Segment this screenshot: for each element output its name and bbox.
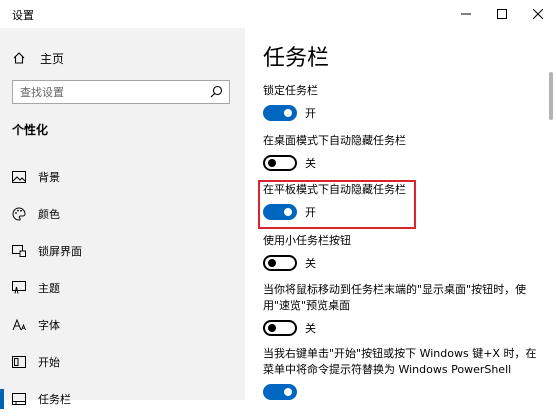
toggle-state: 关: [305, 257, 316, 270]
toggle-knob: [284, 388, 292, 396]
toggle-row: 关: [263, 255, 543, 271]
sidebar-item-home[interactable]: 主页: [12, 48, 64, 68]
picture-icon: [12, 170, 26, 184]
maximize-icon: [497, 9, 507, 19]
minimize-button[interactable]: [448, 0, 484, 28]
sidebar-item-start[interactable]: 开始: [0, 343, 245, 380]
toggle-state: 关: [305, 157, 316, 170]
toggle-row: 关: [263, 155, 543, 171]
search-input[interactable]: [13, 81, 203, 103]
toggle-switch[interactable]: [263, 105, 297, 121]
toggle-switch[interactable]: [263, 204, 297, 220]
setting-autohide-tablet: 在平板模式下自动隐藏任务栏 开: [263, 182, 543, 220]
window-title: 设置: [12, 9, 34, 22]
sidebar-item-taskbar[interactable]: 任务栏: [0, 380, 245, 417]
toggle-knob: [284, 109, 292, 117]
setting-label: 在平板模式下自动隐藏任务栏: [263, 183, 406, 196]
toggle-knob: [268, 324, 276, 332]
toggle-row: 开: [263, 105, 543, 121]
toggle-row: 关: [263, 320, 543, 336]
toggle-state: 开: [305, 206, 316, 219]
theme-icon: [12, 281, 26, 295]
home-icon: [13, 52, 25, 64]
search-icon[interactable]: [210, 85, 223, 98]
setting-label: 在桌面模式下自动隐藏任务栏: [263, 134, 406, 147]
main-content: 任务栏 锁定任务栏 开 在桌面模式下自动隐藏任务栏 关 在平板模式下自动隐藏任务…: [245, 28, 543, 400]
setting-small-buttons: 使用小任务栏按钮 关: [263, 233, 543, 271]
scrollbar-thumb[interactable]: [549, 72, 553, 120]
lock-screen-icon: [12, 244, 26, 258]
toggle-row: [263, 384, 543, 400]
toggle-switch[interactable]: [263, 384, 297, 400]
toggle-switch[interactable]: [263, 155, 297, 171]
minimize-icon: [461, 13, 471, 15]
sidebar: 主页 个性化 背景 颜色 锁屏界面 主题: [0, 28, 245, 409]
toggle-knob: [268, 259, 276, 267]
sidebar-item-label: 字体: [38, 318, 60, 332]
sidebar-item-label: 任务栏: [38, 392, 71, 406]
maximize-button[interactable]: [484, 0, 520, 28]
sidebar-item-themes[interactable]: 主题: [0, 269, 245, 306]
search-box: [12, 80, 230, 104]
toggle-state: 开: [305, 107, 316, 120]
close-button[interactable]: [520, 0, 556, 28]
start-icon: [12, 355, 26, 369]
sidebar-item-lock-screen[interactable]: 锁屏界面: [0, 232, 245, 269]
nav-list: 背景 颜色 锁屏界面 主题 字体 开始 任务栏: [0, 158, 245, 417]
font-icon: [12, 318, 26, 332]
close-icon: [533, 9, 543, 19]
setting-lock-taskbar: 锁定任务栏 开: [263, 83, 543, 121]
setting-powershell: 当我右键单击"开始"按钮或按下 Windows 键+X 时，在菜单中将命令提示符…: [263, 346, 543, 400]
setting-label: 当我右键单击"开始"按钮或按下 Windows 键+X 时，在菜单中将命令提示符…: [263, 347, 537, 376]
sidebar-item-colors[interactable]: 颜色: [0, 195, 245, 232]
setting-label: 锁定任务栏: [263, 84, 318, 97]
toggle-state: 关: [305, 322, 316, 335]
sidebar-item-background[interactable]: 背景: [0, 158, 245, 195]
palette-icon: [12, 206, 26, 221]
sidebar-item-label: 主页: [40, 51, 65, 66]
sidebar-item-label: 背景: [38, 170, 60, 184]
sidebar-item-fonts[interactable]: 字体: [0, 306, 245, 343]
sidebar-item-label: 主题: [38, 281, 60, 295]
sidebar-item-label: 锁屏界面: [38, 244, 82, 258]
section-title: 个性化: [12, 123, 49, 137]
setting-label: 使用小任务栏按钮: [263, 234, 351, 247]
sidebar-item-label: 开始: [38, 355, 60, 369]
setting-peek: 当你将鼠标移动到任务栏末端的"显示桌面"按钮时，使用"速览"预览桌面 关: [263, 282, 543, 336]
toggle-switch[interactable]: [263, 255, 297, 271]
toggle-knob: [268, 159, 276, 167]
toggle-knob: [284, 208, 292, 216]
setting-label: 当你将鼠标移动到任务栏末端的"显示桌面"按钮时，使用"速览"预览桌面: [263, 283, 527, 312]
toggle-row: 开: [263, 204, 543, 220]
taskbar-icon: [12, 392, 26, 406]
setting-autohide-desktop: 在桌面模式下自动隐藏任务栏 关: [263, 133, 543, 171]
sidebar-item-label: 颜色: [38, 207, 60, 221]
toggle-switch[interactable]: [263, 320, 297, 336]
title-bar: 设置: [0, 0, 556, 28]
page-title: 任务栏: [263, 46, 330, 71]
